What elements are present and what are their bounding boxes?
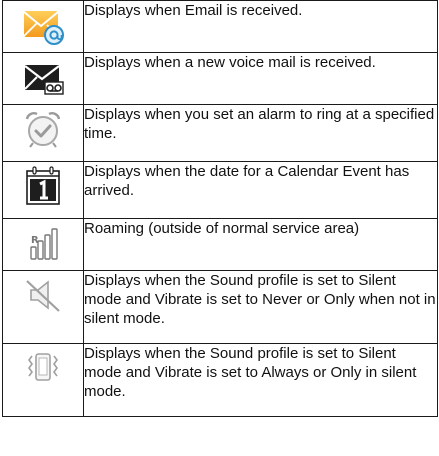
new-voicemail-icon bbox=[21, 55, 65, 99]
description-text: Displays when the Sound profile is set t… bbox=[83, 343, 438, 417]
description-text: Displays when the Sound profile is set t… bbox=[83, 270, 438, 344]
table-row: Displays when the Sound profile is set t… bbox=[2, 270, 438, 344]
table-row: R Roaming (outside of normal service are… bbox=[2, 218, 438, 271]
table-row: Displays when you set an alarm to ring a… bbox=[2, 104, 438, 162]
description-text: Displays when Email is received. bbox=[83, 0, 438, 53]
icon-cell bbox=[2, 270, 84, 344]
description-text: Displays when the date for a Calendar Ev… bbox=[83, 161, 438, 219]
alarm-clock-icon bbox=[21, 107, 65, 151]
table-row: Displays when the Sound profile is set t… bbox=[2, 343, 438, 417]
icon-cell bbox=[2, 161, 84, 219]
description-text: Roaming (outside of normal service area) bbox=[83, 218, 438, 271]
svg-text:R: R bbox=[31, 235, 39, 246]
status-icons-table: Displays when Email is received. Display… bbox=[2, 0, 438, 417]
table-row: Displays when the date for a Calendar Ev… bbox=[2, 161, 438, 219]
icon-cell bbox=[2, 52, 84, 105]
silent-mode-icon bbox=[21, 273, 65, 317]
vibrate-mode-icon bbox=[21, 346, 65, 390]
roaming-signal-icon: R bbox=[21, 221, 65, 265]
table-row: Displays when a new voice mail is receiv… bbox=[2, 52, 438, 105]
email-received-icon bbox=[21, 3, 65, 47]
icon-cell: R bbox=[2, 218, 84, 271]
icon-cell bbox=[2, 0, 84, 53]
calendar-event-icon bbox=[21, 164, 65, 208]
table-row: Displays when Email is received. bbox=[2, 0, 438, 53]
description-text: Displays when a new voice mail is receiv… bbox=[83, 52, 438, 105]
icon-cell bbox=[2, 343, 84, 417]
description-text: Displays when you set an alarm to ring a… bbox=[83, 104, 438, 162]
icon-cell bbox=[2, 104, 84, 162]
